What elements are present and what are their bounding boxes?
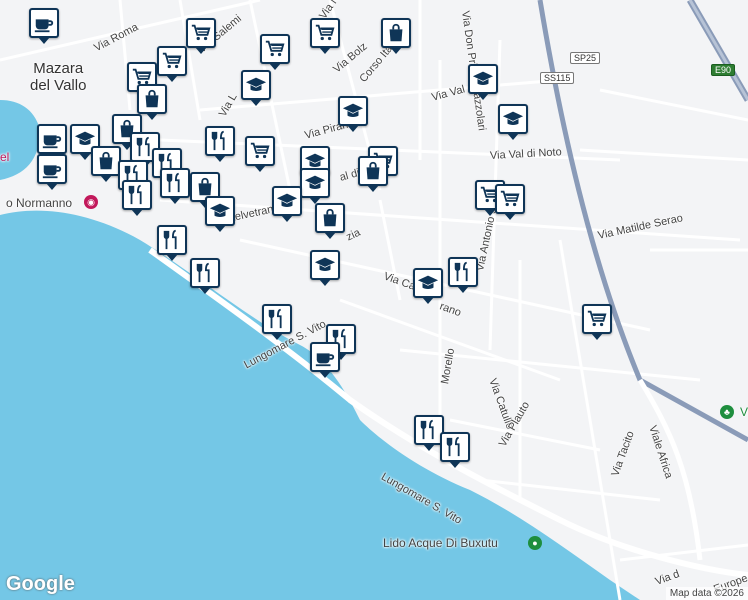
map-marker-bag[interactable]: [137, 84, 167, 120]
map-marker-cart[interactable]: [157, 46, 187, 82]
shopping-bag-icon: [141, 88, 163, 110]
fork-knife-icon: [161, 229, 183, 251]
map-marker-edu[interactable]: [498, 104, 528, 140]
map-marker-bag[interactable]: [381, 18, 411, 54]
fork-knife-icon: [164, 172, 186, 194]
map-marker-cafe[interactable]: [29, 8, 59, 44]
fork-knife-icon: [126, 184, 148, 206]
map-marker-food[interactable]: [262, 304, 292, 340]
fork-knife-icon: [444, 436, 466, 458]
map-marker-edu[interactable]: [310, 250, 340, 286]
map-marker-edu[interactable]: [413, 268, 443, 304]
map-marker-cart[interactable]: [582, 304, 612, 340]
graduation-cap-icon: [304, 172, 326, 194]
coffee-cup-icon: [41, 158, 63, 180]
map-canvas[interactable]: [0, 0, 748, 600]
map-marker-cafe[interactable]: [310, 342, 340, 378]
shopping-cart-icon: [161, 50, 183, 72]
graduation-cap-icon: [417, 272, 439, 294]
shopping-cart-icon: [499, 188, 521, 210]
poi-icon[interactable]: ●: [528, 536, 542, 550]
map-marker-edu[interactable]: [272, 186, 302, 222]
map-attribution[interactable]: Map data ©2026: [665, 587, 748, 600]
coffee-cup-icon: [314, 346, 336, 368]
shopping-cart-icon: [586, 308, 608, 330]
map-marker-food[interactable]: [157, 225, 187, 261]
shopping-cart-icon: [314, 22, 336, 44]
fork-knife-icon: [452, 261, 474, 283]
poi-icon[interactable]: ◉: [84, 195, 98, 209]
fork-knife-icon: [418, 419, 440, 441]
graduation-cap-icon: [245, 74, 267, 96]
coffee-cup-icon: [33, 12, 55, 34]
shopping-cart-icon: [264, 38, 286, 60]
map-marker-bag[interactable]: [358, 156, 388, 192]
map-marker-bag[interactable]: [315, 203, 345, 239]
map-marker-cart[interactable]: [260, 34, 290, 70]
shopping-bag-icon: [362, 160, 384, 182]
map-marker-food[interactable]: [160, 168, 190, 204]
coffee-cup-icon: [41, 128, 63, 150]
map-marker-edu[interactable]: [205, 196, 235, 232]
shopping-bag-icon: [319, 207, 341, 229]
map-marker-edu[interactable]: [468, 64, 498, 100]
map-marker-food[interactable]: [205, 126, 235, 162]
map-marker-food[interactable]: [190, 258, 220, 294]
map-marker-cart[interactable]: [186, 18, 216, 54]
shopping-bag-icon: [194, 176, 216, 198]
graduation-cap-icon: [502, 108, 524, 130]
map-marker-bag[interactable]: [91, 146, 121, 182]
road-shield: SS115: [540, 72, 575, 84]
graduation-cap-icon: [314, 254, 336, 276]
map-marker-cart[interactable]: [495, 184, 525, 220]
google-logo: Google: [6, 573, 75, 595]
map-marker-cart[interactable]: [310, 18, 340, 54]
road-shield: SP25: [570, 52, 601, 64]
map-marker-cafe[interactable]: [37, 124, 67, 160]
shopping-bag-icon: [95, 150, 117, 172]
shopping-cart-icon: [190, 22, 212, 44]
road-shield: E90: [711, 64, 736, 76]
map-marker-food[interactable]: [122, 180, 152, 216]
fork-knife-icon: [194, 262, 216, 284]
map-marker-edu[interactable]: [338, 96, 368, 132]
graduation-cap-icon: [276, 190, 298, 212]
graduation-cap-icon: [472, 68, 494, 90]
fork-knife-icon: [266, 308, 288, 330]
map-marker-food[interactable]: [440, 432, 470, 468]
map-marker-food[interactable]: [448, 257, 478, 293]
shopping-cart-icon: [249, 140, 271, 162]
map-marker-edu[interactable]: [300, 168, 330, 204]
graduation-cap-icon: [342, 100, 364, 122]
map-marker-edu[interactable]: [241, 70, 271, 106]
poi-icon[interactable]: ♣: [720, 405, 734, 419]
shopping-bag-icon: [385, 22, 407, 44]
map-marker-cafe[interactable]: [37, 154, 67, 190]
fork-knife-icon: [209, 130, 231, 152]
map-marker-cart[interactable]: [245, 136, 275, 172]
graduation-cap-icon: [209, 200, 231, 222]
